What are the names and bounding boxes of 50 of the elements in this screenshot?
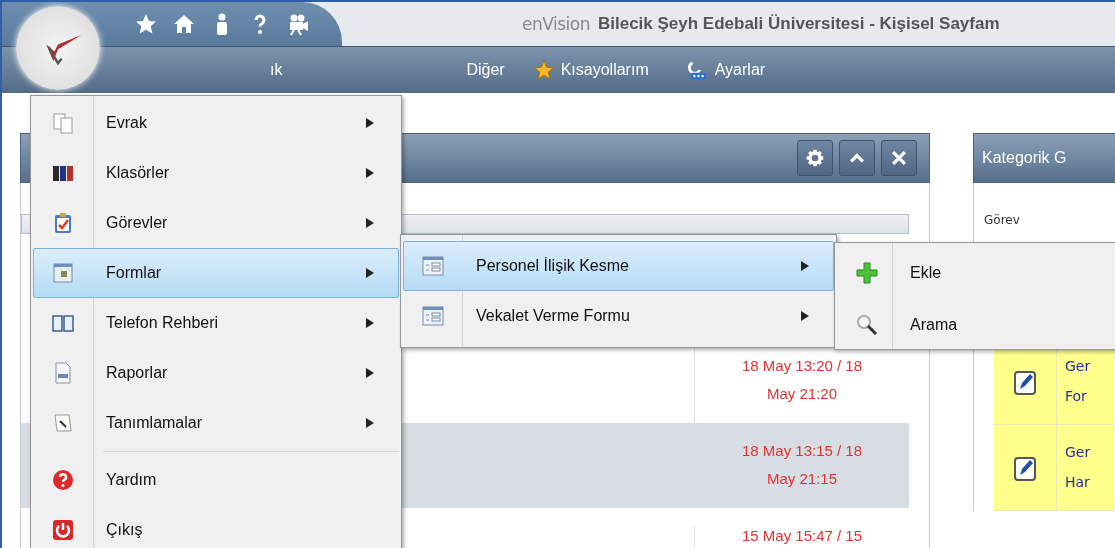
- task-row[interactable]: Ger Har: [994, 425, 1115, 511]
- star-icon: [532, 59, 555, 82]
- help-icon: [51, 468, 75, 492]
- submenu-arrow-icon: [801, 261, 809, 271]
- task-text: Ger: [1065, 357, 1091, 376]
- task-text: Har: [1065, 473, 1091, 492]
- submenu-arrow-icon: [366, 268, 374, 278]
- submenu-arrow-icon: [366, 168, 374, 178]
- form-icon: [421, 254, 445, 278]
- menu-bar-item[interactable]: Diğer: [460, 59, 511, 82]
- edit-icon: [1013, 368, 1037, 395]
- menu-item[interactable]: Formlar: [33, 248, 399, 298]
- page-title: Bilecik Şeyh Edebali Üniversitesi - Kişisel Sayfam: [597, 14, 1000, 35]
- menu-item[interactable]: Personel İlişik Kesme: [403, 241, 834, 291]
- settings-button[interactable]: [797, 140, 833, 176]
- edit-icon: [1013, 454, 1037, 481]
- submenu-arrow-icon: [801, 311, 809, 321]
- plus-icon: [855, 261, 879, 285]
- submenu-arrow-icon: [366, 318, 374, 328]
- close-icon: [889, 148, 909, 168]
- form-icon: [51, 261, 75, 285]
- search-icon: [855, 313, 879, 337]
- menu-bar-item[interactable]: Ayarlar: [680, 57, 772, 84]
- submenu-arrow-icon: [366, 418, 374, 428]
- submenu-arrow-icon: [366, 218, 374, 228]
- menu-item[interactable]: Çıkış: [33, 505, 399, 548]
- close-button[interactable]: [881, 140, 917, 176]
- menu-item[interactable]: Klasörler: [33, 148, 399, 198]
- menu-bar-item[interactable]: Kısayollarım: [526, 57, 655, 84]
- submenu-arrow-icon: [366, 118, 374, 128]
- date-range: 15 May 15:47 / 15: [694, 526, 909, 548]
- menu-item[interactable]: Ekle: [837, 247, 1115, 299]
- menu-item[interactable]: Yardım: [33, 455, 399, 505]
- panel-header: Kategorik G: [973, 133, 1115, 183]
- column-label: Görev: [984, 213, 1021, 227]
- gear-icon: [805, 148, 825, 168]
- task-text: For: [1065, 387, 1088, 406]
- submenu-arrow-icon: [366, 368, 374, 378]
- menu-item[interactable]: Görevler: [33, 198, 399, 248]
- menu-bar-item[interactable]: ık: [264, 59, 289, 82]
- menu-item[interactable]: Vekalet Verme Formu: [403, 291, 834, 341]
- task-text: Ger: [1065, 443, 1091, 462]
- documents-icon: [51, 111, 75, 135]
- power-icon: [51, 518, 75, 542]
- form-icon: [421, 304, 445, 328]
- paper-icon: [51, 411, 75, 435]
- menu-item[interactable]: Raporlar: [33, 348, 399, 398]
- collapse-button[interactable]: [839, 140, 875, 176]
- logo: enVision: [522, 14, 590, 35]
- menu-item[interactable]: Evrak: [33, 98, 399, 148]
